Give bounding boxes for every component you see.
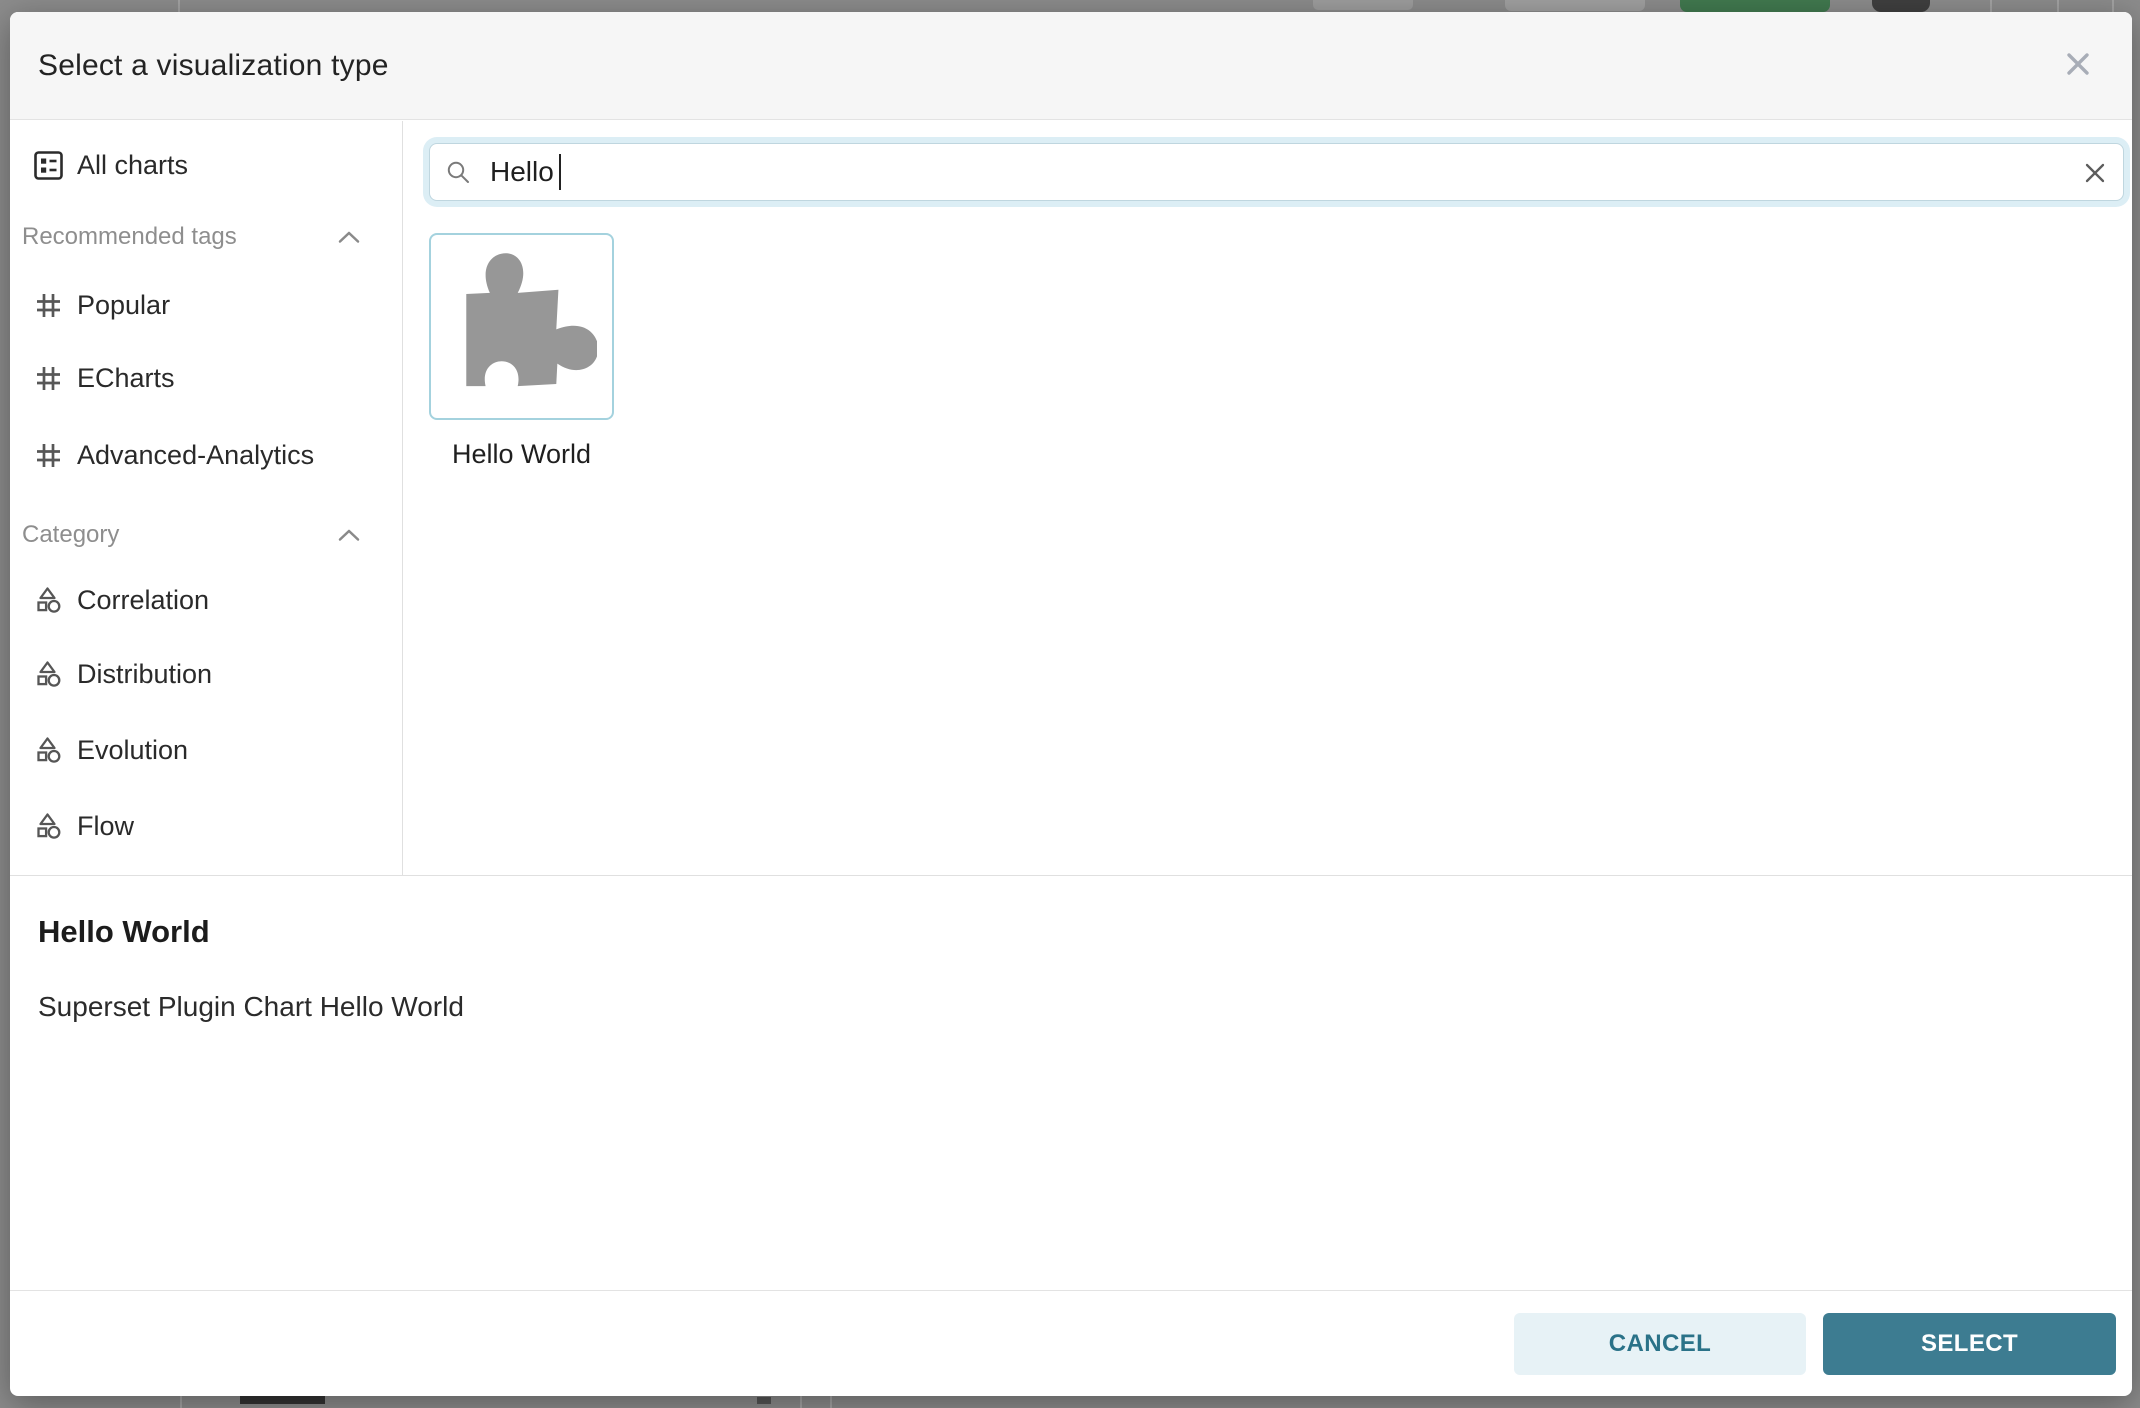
- shapes-icon: [33, 735, 67, 766]
- backdrop-bottom: [0, 1396, 2140, 1408]
- section-label: Recommended tags: [22, 223, 237, 251]
- sidebar-item-flow[interactable]: Flow: [10, 802, 403, 850]
- backdrop-top: [0, 0, 2140, 12]
- backdrop-text-fragment: [757, 1397, 771, 1404]
- backdrop-green-button: [1680, 0, 1830, 12]
- shapes-icon: [33, 585, 67, 616]
- modal-footer: CANCEL SELECT: [10, 1290, 2132, 1396]
- modal-header: Select a visualization type: [10, 12, 2132, 120]
- backdrop-divider: [830, 1396, 832, 1408]
- cancel-button[interactable]: CANCEL: [1514, 1313, 1806, 1375]
- chevron-up-icon: [338, 528, 360, 542]
- sidebar-item-label: All charts: [77, 150, 188, 181]
- sidebar-section-category[interactable]: Category: [10, 519, 403, 551]
- sidebar-item-correlation[interactable]: Correlation: [10, 576, 403, 624]
- shapes-icon: [33, 659, 67, 690]
- hash-icon: [33, 440, 67, 471]
- sidebar-item-all-charts[interactable]: All charts: [10, 141, 403, 189]
- sidebar-item-label: ECharts: [77, 363, 175, 394]
- search-box: [429, 143, 2124, 201]
- detail-description: Superset Plugin Chart Hello World: [38, 991, 464, 1023]
- viz-type-card-label: Hello World: [429, 439, 614, 470]
- section-label: Category: [22, 521, 119, 549]
- sidebar-item-popular[interactable]: Popular: [10, 281, 403, 329]
- hash-icon: [33, 363, 67, 394]
- backdrop-divider: [1990, 0, 1992, 12]
- gallery-icon: [33, 150, 67, 181]
- backdrop-divider: [2112, 0, 2114, 12]
- backdrop-text-fragment: [240, 1396, 325, 1404]
- sidebar-item-label: Advanced-Analytics: [77, 440, 314, 471]
- viz-type-results: Hello World: [404, 121, 2132, 875]
- visualization-type-modal: Select a visualization type: [10, 12, 2132, 1396]
- hash-icon: [33, 290, 67, 321]
- sidebar-item-echarts[interactable]: ECharts: [10, 354, 403, 402]
- backdrop-divider: [2057, 0, 2059, 12]
- shapes-icon: [33, 811, 67, 842]
- sidebar-item-label: Distribution: [77, 659, 212, 690]
- backdrop-divider: [180, 1396, 182, 1408]
- puzzle-piece-icon: [447, 249, 597, 404]
- backdrop-left: [0, 0, 10, 1408]
- sidebar-item-advanced-analytics[interactable]: Advanced-Analytics: [10, 431, 403, 479]
- close-icon[interactable]: [2058, 44, 2098, 84]
- viz-type-sidebar: All charts Recommended tags: [10, 121, 403, 875]
- backdrop-button: [1505, 0, 1645, 11]
- viz-type-detail-panel: Hello World Superset Plugin Chart Hello …: [10, 875, 2132, 1290]
- sidebar-item-label: Evolution: [77, 735, 188, 766]
- clear-search-icon[interactable]: [2080, 158, 2110, 188]
- modal-body: All charts Recommended tags: [10, 121, 2132, 875]
- sidebar-section-recommended-tags[interactable]: Recommended tags: [10, 221, 403, 253]
- modal-title: Select a visualization type: [38, 12, 389, 120]
- screen: Select a visualization type: [0, 0, 2140, 1408]
- backdrop-right: [2132, 0, 2140, 1408]
- viz-type-card-hello-world[interactable]: [429, 233, 614, 420]
- backdrop-divider: [178, 0, 180, 12]
- backdrop-divider: [800, 1396, 802, 1408]
- backdrop-button: [1313, 0, 1413, 10]
- detail-title: Hello World: [38, 914, 210, 950]
- backdrop-dark-button: [1872, 0, 1930, 12]
- chevron-up-icon: [338, 230, 360, 244]
- sidebar-item-label: Flow: [77, 811, 134, 842]
- sidebar-item-label: Correlation: [77, 585, 209, 616]
- sidebar-item-distribution[interactable]: Distribution: [10, 650, 403, 698]
- search-input[interactable]: [429, 143, 2124, 201]
- sidebar-item-label: Popular: [77, 290, 170, 321]
- sidebar-item-evolution[interactable]: Evolution: [10, 726, 403, 774]
- select-button[interactable]: SELECT: [1823, 1313, 2116, 1375]
